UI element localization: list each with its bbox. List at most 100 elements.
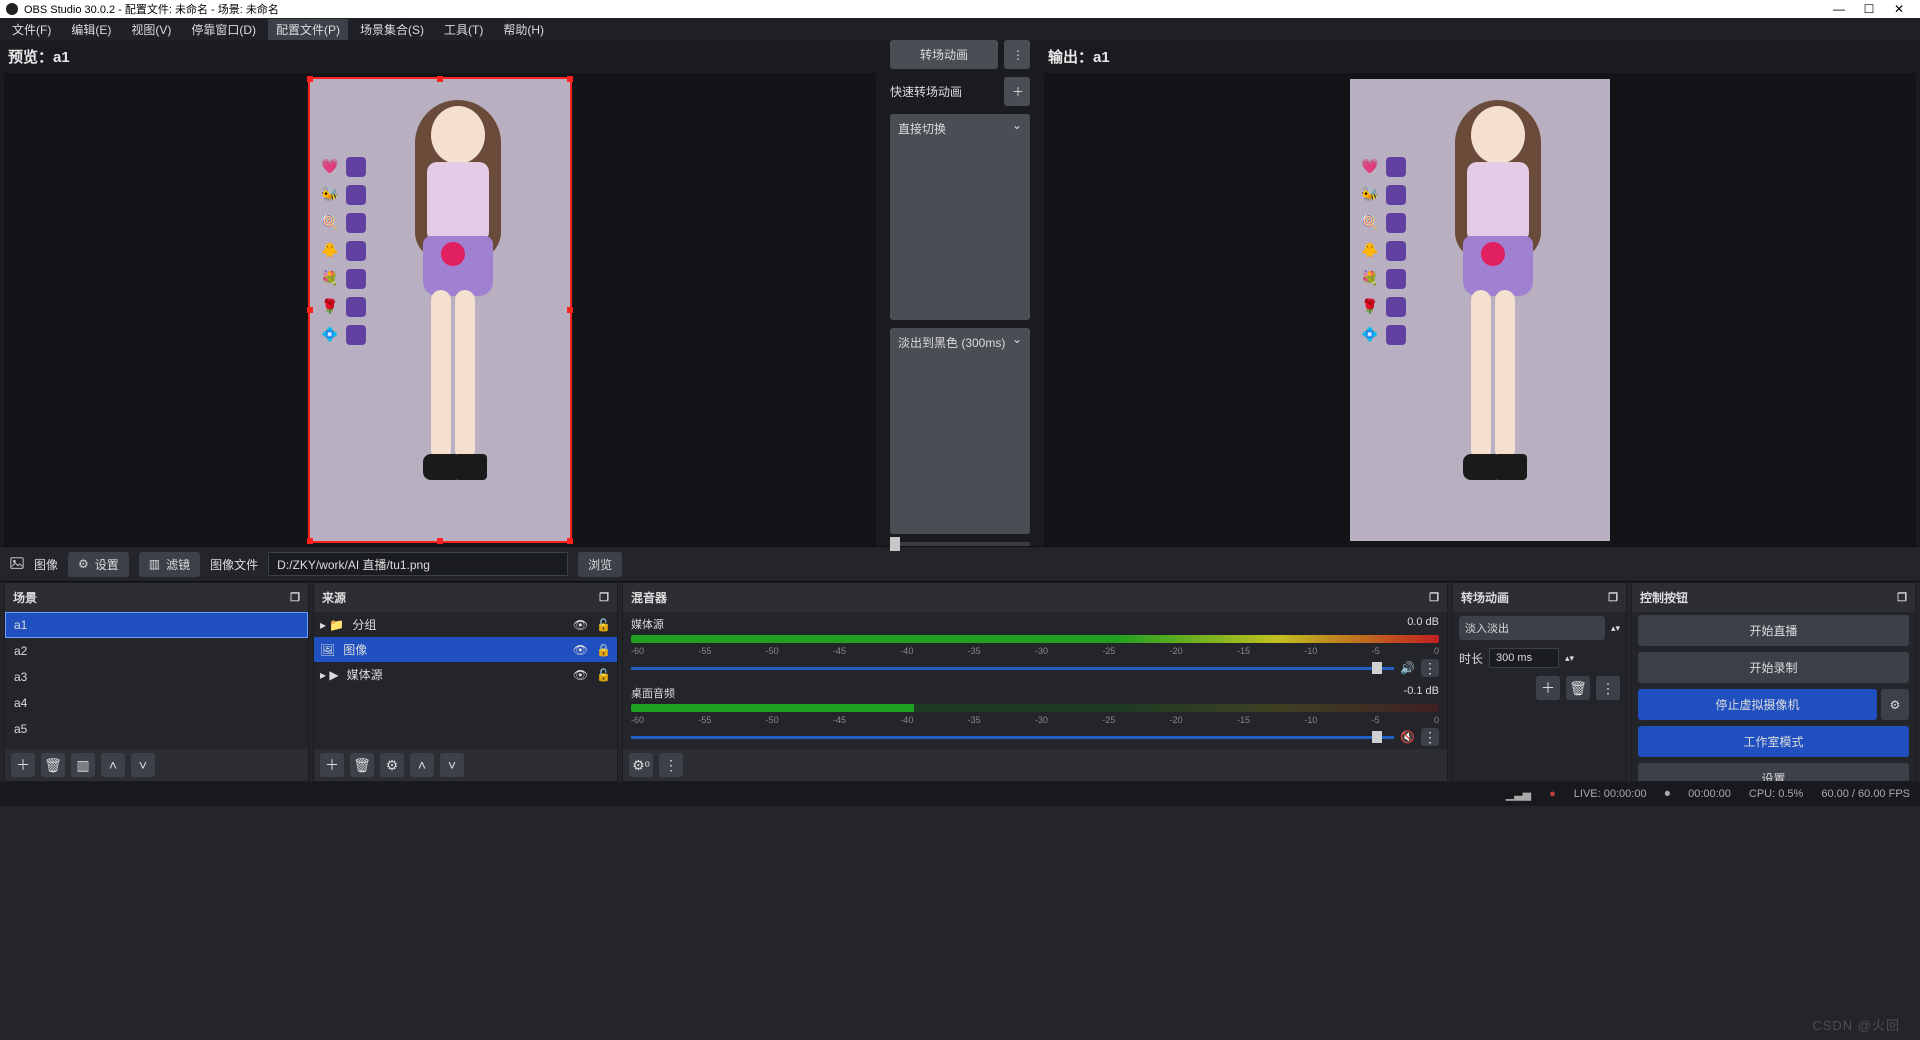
start-streaming-button[interactable]: 开始直播 [1638,615,1909,646]
source-item[interactable]: ▸ 📁分组👁🔓 [314,612,617,637]
rec-status: 00:00:00 [1688,788,1731,800]
start-recording-button[interactable]: 开始录制 [1638,652,1909,683]
spinner-icon[interactable]: ▴▾ [1611,625,1620,632]
sources-list[interactable]: ▸ 📁分组👁🔓🖼图像👁🔒▸ ▶媒体源👁🔓 [314,612,617,749]
visibility-icon[interactable]: 👁 [573,618,588,632]
program-canvas[interactable]: 💗 🐝 🍭 🐥 💐 🌹 💠 [1044,73,1916,546]
remove-transition-button[interactable]: 🗑 [1566,676,1590,700]
program-pane: 输出：a1 💗 🐝 🍭 🐥 💐 🌹 💠 [1040,40,1920,546]
add-quick-transition-button[interactable]: ＋ [1004,77,1030,106]
menu-item[interactable]: 工具(T) [436,19,491,40]
lock-icon[interactable]: 🔓 [596,618,611,632]
transition-slider[interactable] [890,542,1030,546]
move-scene-down-button[interactable]: ˅ [131,753,155,777]
popout-icon[interactable]: ❐ [290,591,300,604]
browse-button[interactable]: 浏览 [578,552,622,577]
mute-icon[interactable]: 🔇 [1400,730,1415,744]
virtual-cam-config-button[interactable]: ⚙ [1881,689,1909,720]
scene-item[interactable]: a3 [5,664,308,690]
mixer-body: 媒体源0.0 dB -60-55-50-45-40-35-30-25-20-15… [623,612,1447,749]
volume-slider[interactable] [631,667,1394,670]
menu-item[interactable]: 编辑(E) [63,19,119,40]
image-file-input[interactable] [268,552,568,576]
sources-panel: 来源 ❐ ▸ 📁分组👁🔓🖼图像👁🔒▸ ▶媒体源👁🔓 ＋ 🗑 ⚙ ˄ ˅ [313,582,618,782]
source-type-label: 图像 [34,556,58,573]
stop-virtual-cam-button[interactable]: 停止虚拟摄像机 [1638,689,1877,720]
add-transition-button[interactable]: ＋ [1536,676,1560,700]
move-source-up-button[interactable]: ˄ [410,753,434,777]
scene-item[interactable]: a2 [5,638,308,664]
transition-fade-select[interactable]: 淡出到黑色 (300ms) [890,328,1030,534]
minimize-button[interactable]: — [1824,2,1854,16]
mixer-advanced-button[interactable]: ⚙ᵒ [629,753,653,777]
visibility-icon[interactable]: 👁 [573,643,588,657]
source-properties-button[interactable]: ⚙ [380,753,404,777]
transitions-title: 转场动画 [1461,589,1509,606]
transition-type-select[interactable]: 淡入淡出 [1459,616,1605,640]
menu-item[interactable]: 帮助(H) [495,19,552,40]
scene-filters-button[interactable]: ▥ [71,753,95,777]
duration-input[interactable] [1489,648,1559,668]
channel-menu-button[interactable]: ⋮ [1421,728,1439,746]
add-scene-button[interactable]: ＋ [11,753,35,777]
program-label: 输出：a1 [1040,40,1920,73]
scene-item[interactable]: a1 [5,612,308,638]
popout-icon[interactable]: ❐ [1608,591,1618,604]
menu-item[interactable]: 场景集合(S) [352,19,432,40]
popout-icon[interactable]: ❐ [599,591,609,604]
source-item[interactable]: 🖼图像👁🔒 [314,637,617,662]
visibility-icon[interactable]: 👁 [573,668,588,682]
preview-source-frame[interactable]: 💗 🐝 🍭 🐥 💐 🌹 💠 [310,79,570,541]
scenes-list[interactable]: a1a2a3a4a5a6 [5,612,308,749]
popout-icon[interactable]: ❐ [1429,591,1439,604]
mixer-channel: 媒体源0.0 dB -60-55-50-45-40-35-30-25-20-15… [623,612,1447,681]
channel-db: 0.0 dB [1407,616,1439,632]
transition-props-button[interactable]: ⋮ [1596,676,1620,700]
menu-item[interactable]: 配置文件(P) [268,19,348,40]
fps-status: 60.00 / 60.00 FPS [1821,788,1910,800]
transitions-panel: 转场动画 ❐ 淡入淡出 ▴▾ 时长 ▴▾ ＋ 🗑 ⋮ [1452,582,1627,782]
mixer-menu-button[interactable]: ⋮ [659,753,683,777]
sources-title: 来源 [322,589,346,606]
remove-source-button[interactable]: 🗑 [350,753,374,777]
filters-button[interactable]: ▥ 滤镜 [139,552,200,577]
scene-item[interactable]: a4 [5,690,308,716]
popout-icon[interactable]: ❐ [1897,591,1907,604]
window-titlebar: OBS Studio 30.0.2 - 配置文件: 未命名 - 场景: 未命名 … [0,0,1920,18]
menu-item[interactable]: 视图(V) [123,19,179,40]
menu-item[interactable]: 文件(F) [4,19,59,40]
image-file-label: 图像文件 [210,556,258,573]
person-graphic [1431,100,1529,520]
channel-menu-button[interactable]: ⋮ [1421,659,1439,677]
lock-icon[interactable]: 🔓 [596,668,611,682]
scenes-panel: 场景 ❐ a1a2a3a4a5a6 ＋ 🗑 ▥ ˄ ˅ [4,582,309,782]
remove-scene-button[interactable]: 🗑 [41,753,65,777]
audio-meter [631,635,1439,643]
add-source-button[interactable]: ＋ [320,753,344,777]
close-button[interactable]: ✕ [1884,2,1914,16]
source-item[interactable]: ▸ ▶媒体源👁🔓 [314,662,617,687]
preview-canvas[interactable]: 💗 🐝 🍭 🐥 💐 🌹 💠 [4,73,876,546]
watermark: CSDN @火回 [1812,1015,1900,1034]
settings-button[interactable]: ⚙ 设置 [68,552,129,577]
move-source-down-button[interactable]: ˅ [440,753,464,777]
move-scene-up-button[interactable]: ˄ [101,753,125,777]
quick-transition-label: 快速转场动画 [890,83,962,100]
volume-slider[interactable] [631,736,1394,739]
maximize-button[interactable]: ☐ [1854,2,1884,16]
lock-icon[interactable]: 🔒 [596,643,611,657]
menu-item[interactable]: 停靠窗口(D) [183,19,264,40]
spinner-icon[interactable]: ▴▾ [1565,655,1574,662]
studio-mode-button[interactable]: 工作室模式 [1638,726,1909,757]
live-status: LIVE: 00:00:00 [1574,788,1647,800]
mixer-panel: 混音器 ❐ 媒体源0.0 dB -60-55-50-45-40-35-30-25… [622,582,1448,782]
transition-button[interactable]: 转场动画 [890,40,998,69]
settings-button[interactable]: 设置 [1638,763,1909,781]
scene-item[interactable]: a5 [5,716,308,742]
status-bar: ▁▃▅ ● LIVE: 00:00:00 ⏺ 00:00:00 CPU: 0.5… [0,782,1920,806]
scene-item[interactable]: a6 [5,742,308,749]
transition-menu-button[interactable]: ⋮ [1004,40,1030,69]
transition-mode-select[interactable]: 直接切换 [890,114,1030,320]
speaker-icon[interactable]: 🔊 [1400,661,1415,675]
program-source-frame: 💗 🐝 🍭 🐥 💐 🌹 💠 [1350,79,1610,541]
